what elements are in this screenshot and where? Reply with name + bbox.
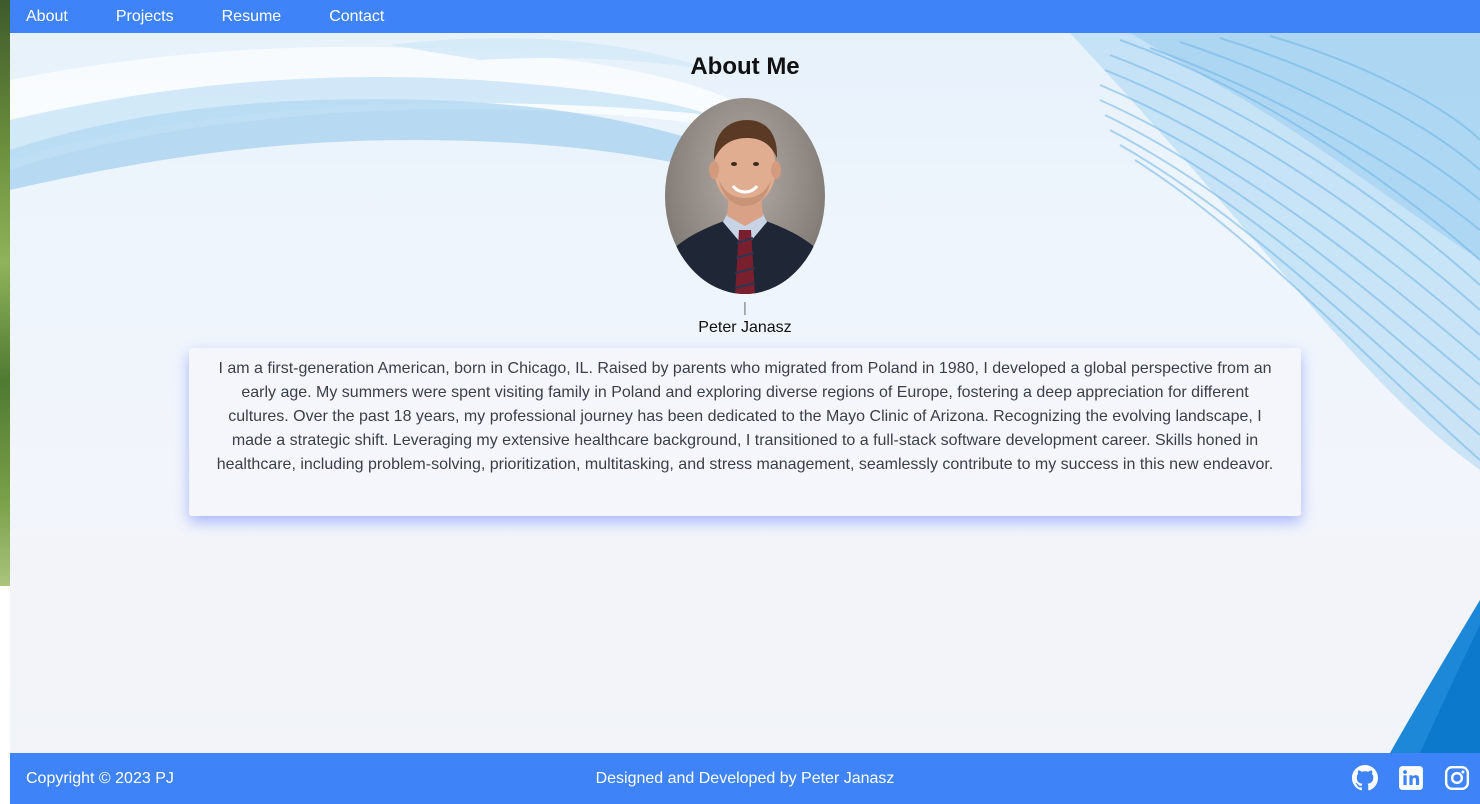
profile-photo	[665, 98, 825, 294]
instagram-icon[interactable]	[1444, 765, 1470, 791]
page-title: About Me	[690, 53, 800, 80]
credit-text: Designed and Developed by Peter Janasz	[595, 770, 895, 787]
name-divider: |	[743, 299, 747, 315]
nav-link-resume[interactable]: Resume	[206, 0, 298, 33]
github-icon[interactable]	[1352, 765, 1378, 791]
social-links	[1332, 765, 1480, 791]
bio-text: I am a first-generation American, born i…	[216, 360, 1274, 473]
nav-link-contact[interactable]: Contact	[313, 0, 400, 33]
about-section: About Me | Peter Janasz I am a first-gen…	[10, 33, 1480, 516]
top-navbar: About Projects Resume Contact	[10, 0, 1480, 33]
bio-card: I am a first-generation American, born i…	[189, 348, 1301, 516]
nav-link-about[interactable]: About	[10, 0, 84, 33]
site-footer: Copyright © 2023 PJ Designed and Develop…	[10, 753, 1480, 804]
linkedin-icon[interactable]	[1398, 765, 1424, 791]
background-foliage-strip	[0, 0, 10, 586]
copyright-text: Copyright © 2023 PJ	[26, 770, 174, 787]
profile-name: Peter Janasz	[698, 319, 792, 336]
nav-link-projects[interactable]: Projects	[100, 0, 190, 33]
